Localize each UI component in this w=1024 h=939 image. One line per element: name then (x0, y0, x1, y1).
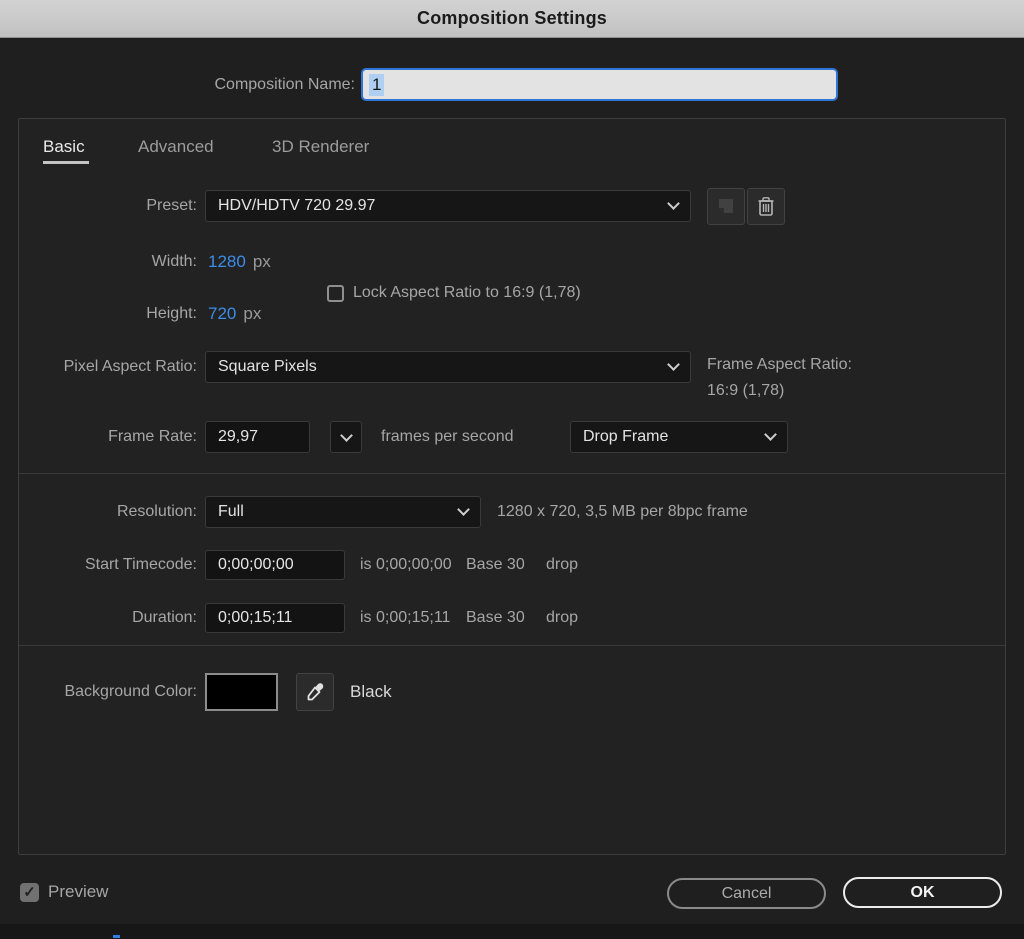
frame-rate-dropdown-button[interactable] (330, 421, 362, 453)
frame-aspect-ratio-value: 16:9 (1,78) (707, 382, 784, 400)
drop-frame-value: Drop Frame (583, 428, 766, 446)
tab-3d-renderer[interactable]: 3D Renderer (272, 134, 369, 160)
duration-drop: drop (546, 603, 578, 633)
composition-name-input[interactable]: 1 (361, 68, 838, 101)
ok-button[interactable]: OK (843, 877, 1002, 908)
dialog-title: Composition Settings (417, 8, 607, 29)
background-color-label: Background Color: (0, 673, 197, 711)
lock-aspect-checkbox[interactable] (327, 285, 344, 302)
chevron-down-icon (667, 358, 680, 371)
background-app-accent (113, 935, 120, 938)
height-label: Height: (0, 298, 197, 330)
lock-aspect-row[interactable]: Lock Aspect Ratio to 16:9 (1,78) (327, 284, 581, 302)
tab-advanced[interactable]: Advanced (138, 134, 214, 160)
start-timecode-drop: drop (546, 550, 578, 580)
separator (19, 473, 1005, 474)
preview-checkbox[interactable] (20, 883, 39, 902)
start-timecode-input[interactable]: 0;00;00;00 (205, 550, 345, 580)
frame-rate-label: Frame Rate: (0, 421, 197, 453)
background-color-value: Black (350, 673, 392, 711)
delete-preset-button[interactable] (747, 188, 785, 225)
resolution-info: 1280 x 720, 3,5 MB per 8bpc frame (497, 496, 748, 528)
active-tab-underline (43, 161, 89, 164)
duration-label: Duration: (0, 603, 197, 633)
save-preset-icon (716, 197, 736, 217)
start-timecode-value: 0;00;00;00 (218, 556, 294, 574)
frame-rate-input[interactable]: 29,97 (205, 421, 310, 453)
pixel-aspect-ratio-dropdown[interactable]: Square Pixels (205, 351, 691, 383)
width-label: Width: (0, 246, 197, 278)
pixel-aspect-ratio-value: Square Pixels (218, 358, 669, 376)
width-value-row: 1280 px (208, 246, 271, 278)
preset-value: HDV/HDTV 720 29.97 (218, 197, 669, 215)
chevron-down-icon (667, 197, 680, 210)
height-value[interactable]: 720 (208, 304, 236, 323)
duration-input[interactable]: 0;00;15;11 (205, 603, 345, 633)
start-timecode-label: Start Timecode: (0, 550, 197, 580)
tab-basic[interactable]: Basic (43, 134, 85, 160)
cancel-button[interactable]: Cancel (667, 878, 826, 909)
dialog-bottom-edge (0, 924, 1024, 939)
width-value[interactable]: 1280 (208, 252, 246, 271)
preview-row[interactable]: Preview (20, 882, 108, 902)
settings-panel (18, 118, 1006, 855)
height-value-row: 720 px (208, 298, 261, 330)
preview-label: Preview (48, 882, 108, 902)
composition-name-label: Composition Name: (0, 68, 355, 101)
resolution-label: Resolution: (0, 496, 197, 528)
separator (19, 645, 1005, 646)
dialog-titlebar: Composition Settings (0, 0, 1024, 38)
eyedropper-icon (304, 681, 326, 703)
drop-frame-dropdown[interactable]: Drop Frame (570, 421, 788, 453)
lock-aspect-label: Lock Aspect Ratio to 16:9 (1,78) (353, 284, 581, 302)
pixel-aspect-ratio-label: Pixel Aspect Ratio: (0, 351, 197, 383)
resolution-dropdown[interactable]: Full (205, 496, 481, 528)
chevron-down-icon (457, 503, 470, 516)
save-preset-button[interactable] (707, 188, 745, 225)
start-timecode-converted: is 0;00;00;00 (360, 550, 452, 580)
duration-converted: is 0;00;15;11 (360, 603, 450, 633)
duration-base: Base 30 (466, 603, 525, 633)
start-timecode-base: Base 30 (466, 550, 525, 580)
frame-rate-suffix: frames per second (381, 421, 514, 453)
frame-rate-value: 29,97 (218, 428, 258, 446)
trash-icon (756, 196, 776, 217)
chevron-down-icon (764, 428, 777, 441)
preset-label: Preset: (0, 190, 197, 222)
eyedropper-button[interactable] (296, 673, 334, 711)
resolution-value: Full (218, 503, 459, 521)
height-unit: px (243, 304, 261, 323)
preset-dropdown[interactable]: HDV/HDTV 720 29.97 (205, 190, 691, 222)
frame-aspect-ratio-label: Frame Aspect Ratio: (707, 356, 852, 374)
width-unit: px (253, 252, 271, 271)
chevron-down-icon (340, 429, 353, 442)
composition-name-value: 1 (369, 74, 384, 96)
duration-value: 0;00;15;11 (218, 609, 292, 627)
background-color-swatch[interactable] (205, 673, 278, 711)
